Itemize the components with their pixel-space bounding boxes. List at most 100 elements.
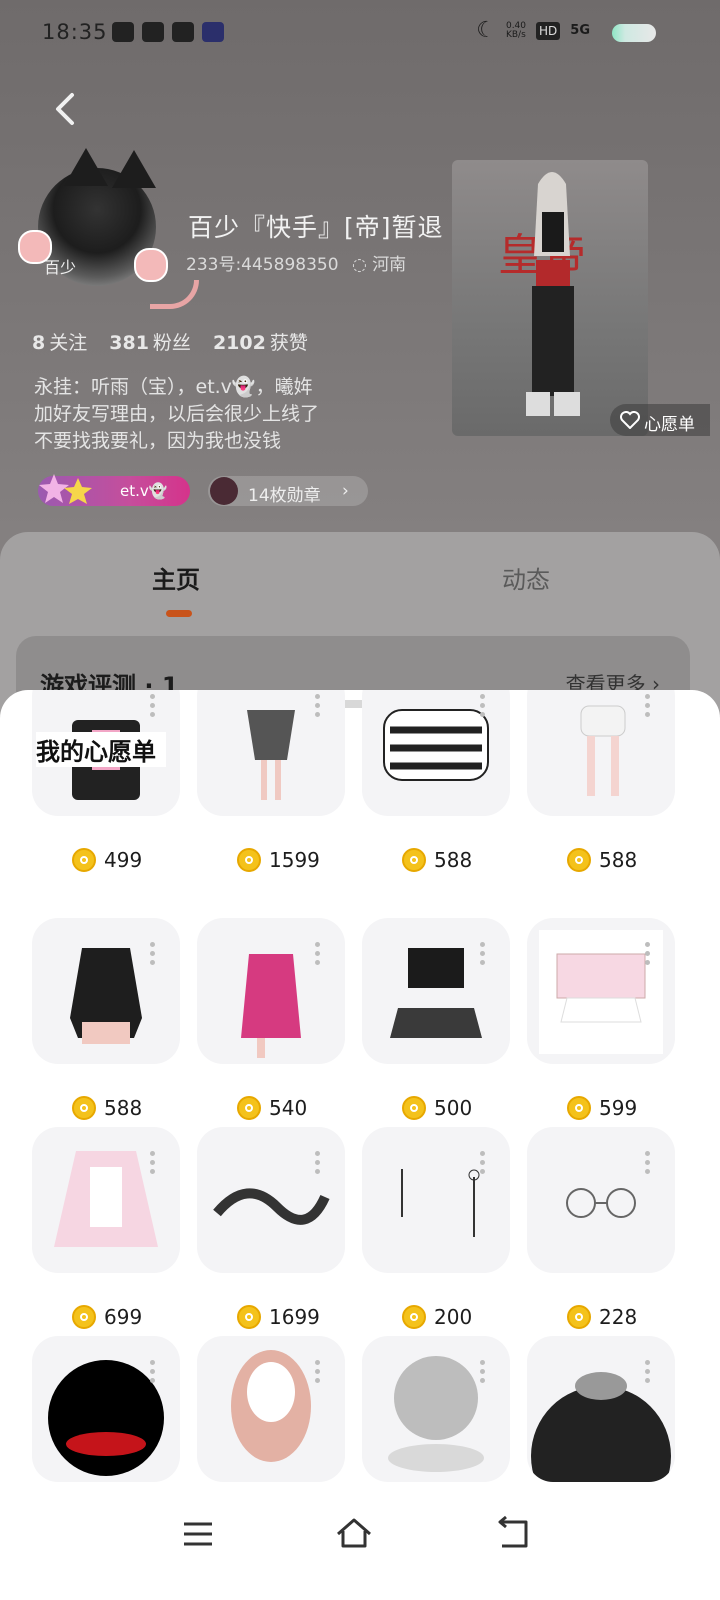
price-value: 588 [434,848,473,872]
wishlist-button-label: 心愿单 [644,415,695,435]
character-avatar[interactable]: 皇帝 [452,160,648,436]
wishlist-sheet: 499 1599 588 588 588 540 500 599 699 1699 200 228 我… [0,690,720,1600]
price-value: 500 [434,1096,473,1120]
status-right-icons: ☾ 0.40 KB/s HD 5G [476,18,590,43]
wishlist-item-card[interactable] [527,1127,675,1273]
back-button[interactable] [50,92,80,125]
medals-badge[interactable]: 14枚勋章 › [208,476,368,506]
coin-icon [72,848,96,872]
wishlist-item-card[interactable] [32,918,180,1064]
home-icon[interactable] [334,1514,374,1554]
item-price: 200 [402,1303,472,1331]
coin-icon [237,848,261,872]
wishlist-button[interactable]: 心愿单 [610,404,710,436]
glasses-icon [566,1188,636,1218]
status-time: 18:35 [42,20,108,44]
more-options-icon[interactable] [315,694,321,720]
signal-icon: 5G [570,23,590,38]
coin-icon [237,1096,261,1120]
price-value: 1599 [269,848,320,872]
price-value: 540 [269,1096,308,1120]
tab-feed[interactable]: 动态 [502,560,550,595]
more-options-icon[interactable] [150,942,156,968]
cat-ear-right [112,150,156,188]
item-price: 599 [567,1094,637,1122]
wishlist-item-card[interactable] [197,1127,345,1273]
more-options-icon[interactable] [480,1151,486,1177]
friend-badge[interactable]: et.v👻 [38,474,190,506]
more-options-icon[interactable] [645,1151,651,1177]
profile-name: 百少『快手』[帝]暂退 [188,213,444,242]
item-price: 588 [402,846,472,874]
item-price: 499 [72,846,142,874]
more-options-icon[interactable] [150,1360,156,1386]
coin-icon [567,1096,591,1120]
wishlist-item-card[interactable] [362,918,510,1064]
more-options-icon[interactable] [645,694,651,720]
price-value: 588 [104,1096,143,1120]
wishlist-item-card[interactable] [362,1127,510,1273]
cat-ear-left [64,148,108,186]
wishlist-item-card[interactable] [527,690,675,816]
stat-likes[interactable]: 2102 获赞 [213,328,308,355]
price-value: 200 [434,1305,473,1329]
black-tee-plaid-skirt-icon [390,948,482,1038]
more-options-icon[interactable] [645,942,651,968]
price-value: 599 [599,1096,638,1120]
more-options-icon[interactable] [315,942,321,968]
wishlist-item-card[interactable] [197,918,345,1064]
wishlist-item-card[interactable] [197,690,345,816]
stars-icon [39,474,92,504]
more-options-icon[interactable] [150,694,156,720]
stat-following[interactable]: 8 关注 [32,328,87,355]
back-nav-icon[interactable] [492,1514,532,1554]
play-app-icon [142,22,164,42]
system-nav-bar [0,1490,720,1600]
item-price: 699 [72,1303,142,1331]
more-options-icon[interactable] [315,1360,321,1386]
moon-icon: ☾ [476,18,496,43]
wishlist-title: 我的心愿单 [36,732,166,767]
wishlist-item-card[interactable] [527,918,675,1064]
wishlist-item-card[interactable] [362,1336,510,1482]
wishlist-item-card[interactable] [32,1127,180,1273]
wishlist-item-card[interactable] [197,1336,345,1482]
profile-bio: 永挂：听雨（宝），et.v👻，曦姩 加好友写理由，以后会很少上线了 不要找我要礼… [34,376,320,452]
more-options-icon[interactable] [645,1360,651,1386]
more-options-icon[interactable] [150,1151,156,1177]
item-price: 1699 [237,1303,320,1331]
stat-followers[interactable]: 381 粉丝 [109,328,191,355]
more-options-icon[interactable] [480,942,486,968]
wishlist-grid: 499 1599 588 588 588 540 500 599 699 1699 200 228 [0,690,720,1600]
chevron-right-icon: › [342,481,349,501]
video-icon [112,22,134,42]
wishlist-item-card[interactable] [32,1336,180,1482]
pink-maid-dress-icon [54,1151,158,1247]
menu-icon[interactable] [178,1514,218,1554]
mail-app-icon [172,22,194,42]
wishlist-item-card[interactable] [362,690,510,816]
more-options-icon[interactable] [315,1151,321,1177]
wishlist-item-card[interactable] [527,1336,675,1482]
battery-icon [612,24,656,42]
pink-sequin-dress-icon [241,954,301,1058]
item-price: 588 [567,846,637,874]
item-price: 228 [567,1303,637,1331]
more-options-icon[interactable] [480,694,486,720]
winged-halo-icon [388,1356,484,1472]
medal-avatar-icon [210,477,238,505]
coin-icon [402,1096,426,1120]
more-options-icon[interactable] [480,1360,486,1386]
status-notification-icons [112,22,224,42]
active-tab-indicator [166,610,192,617]
price-value: 228 [599,1305,638,1329]
coin-icon [567,1305,591,1329]
black-bodysuit-icon [70,948,142,1044]
price-value: 1699 [269,1305,320,1329]
user-id: 233号:445898350 [186,255,339,275]
tab-home[interactable]: 主页 [152,560,200,595]
striped-sweater-icon [383,709,489,781]
location-text: 河南 [372,255,407,275]
coin-icon [402,848,426,872]
item-price: 500 [402,1094,472,1122]
